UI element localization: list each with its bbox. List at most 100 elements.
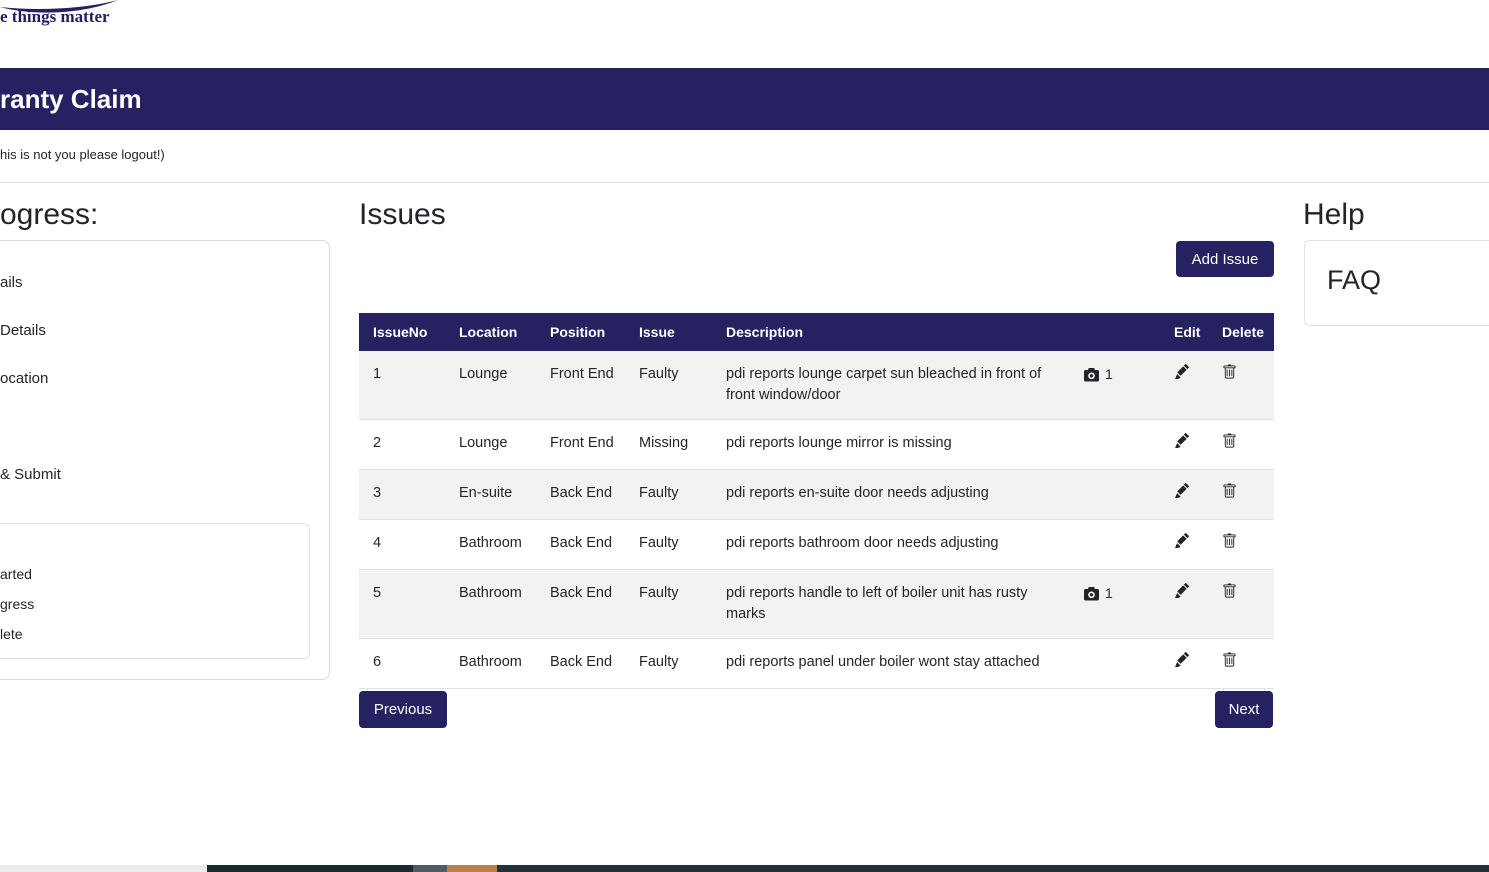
edit-button[interactable] (1174, 364, 1189, 380)
sidebar-step-review-submit[interactable]: & Submit (0, 466, 61, 483)
pencil-icon (1174, 483, 1189, 499)
photo-count: 1 (1105, 366, 1113, 382)
edit-button[interactable] (1174, 483, 1189, 499)
delete-button[interactable] (1222, 652, 1237, 668)
sidebar-step-claim-details[interactable]: Details (0, 322, 46, 339)
add-issue-button[interactable]: Add Issue (1176, 241, 1274, 277)
edit-cell (1168, 351, 1216, 420)
pencil-icon (1174, 533, 1189, 549)
issue-type-cell: Faulty (639, 535, 679, 551)
position-cell: Back End (550, 585, 613, 601)
edit-button[interactable] (1174, 533, 1189, 549)
table-row: 1 Lounge Front End Faulty pdi reports lounge… (359, 351, 1274, 420)
previous-button[interactable]: Previous (359, 691, 447, 728)
footer-seg-light (0, 865, 207, 872)
help-heading: Help (1303, 198, 1365, 231)
camera-icon (1084, 587, 1099, 601)
edit-button[interactable] (1174, 652, 1189, 668)
trash-icon (1223, 433, 1236, 448)
position-cell: Back End (550, 485, 613, 501)
delete-cell (1216, 351, 1274, 420)
pencil-icon (1174, 433, 1189, 449)
footer-seg-slate (413, 865, 447, 872)
edit-cell (1168, 520, 1216, 570)
location-cell: Bathroom (459, 535, 522, 551)
footer-seg-dark1 (207, 865, 413, 872)
delete-button[interactable] (1222, 364, 1237, 380)
position-cell: Back End (550, 654, 613, 670)
issue-type-cell: Faulty (639, 585, 679, 601)
col-header-position: Position (536, 313, 625, 351)
photo-count: 1 (1105, 585, 1113, 601)
issueno-cell: 5 (373, 585, 382, 601)
legend-complete: lete (0, 626, 23, 642)
table-row: 6 Bathroom Back End Faulty pdi reports panel… (359, 638, 1274, 689)
legend-in-progress: gress (0, 596, 35, 612)
delete-button[interactable] (1222, 583, 1237, 599)
delete-button[interactable] (1222, 533, 1237, 549)
issueno-cell: 4 (373, 535, 382, 551)
photos-cell (1070, 470, 1168, 520)
col-header-photos (1070, 313, 1168, 351)
faq-link[interactable]: FAQ (1327, 265, 1381, 296)
issues-table: IssueNo Location Position Issue Descript… (359, 313, 1274, 689)
delete-button[interactable] (1222, 483, 1237, 499)
position-cell: Back End (550, 535, 613, 551)
description-cell: pdi reports lounge carpet sun bleached i… (726, 366, 1042, 403)
description-cell: pdi reports handle to left of boiler uni… (726, 585, 1028, 622)
description-cell: pdi reports en-suite door needs adjustin… (726, 485, 989, 501)
table-row: 3 En-suite Back End Faulty pdi reports en-su… (359, 469, 1274, 520)
photos-cell: 1 (1070, 351, 1168, 420)
trash-icon (1223, 533, 1236, 548)
edit-cell (1168, 420, 1216, 470)
photos-cell (1070, 520, 1168, 570)
location-cell: Bathroom (459, 585, 522, 601)
issue-type-cell: Faulty (639, 654, 679, 670)
pencil-icon (1174, 364, 1189, 380)
issueno-cell: 1 (373, 366, 382, 382)
footer-strip (0, 865, 1489, 872)
description-cell: pdi reports bathroom door needs adjustin… (726, 535, 999, 551)
position-cell: Front End (550, 435, 614, 451)
progress-legend-card (0, 523, 310, 659)
divider (0, 182, 1489, 183)
location-cell: Lounge (459, 435, 508, 451)
next-button[interactable]: Next (1215, 691, 1273, 728)
issueno-cell: 3 (373, 485, 382, 501)
delete-cell (1216, 470, 1274, 520)
trash-icon (1223, 364, 1236, 379)
page-title-bar: ranty Claim (0, 68, 1489, 130)
progress-heading: ogress: (0, 198, 99, 231)
edit-cell (1168, 570, 1216, 639)
table-row: 4 Bathroom Back End Faulty pdi reports bathr… (359, 519, 1274, 570)
table-header-row: IssueNo Location Position Issue Descript… (359, 313, 1274, 351)
footer-seg-dark2 (497, 865, 1489, 872)
issueno-cell: 2 (373, 435, 382, 451)
issueno-cell: 6 (373, 654, 382, 670)
delete-cell (1216, 570, 1274, 639)
issues-table-body: 1 Lounge Front End Faulty pdi reports lounge… (359, 351, 1274, 689)
trash-icon (1223, 652, 1236, 667)
logout-note: his is not you please logout!) (0, 147, 165, 162)
page: e things matter ranty Claim his is not y… (0, 0, 1489, 872)
faq-card: FAQ (1304, 240, 1489, 326)
table-row: 5 Bathroom Back End Faulty pdi reports handl… (359, 569, 1274, 639)
col-header-issue: Issue (625, 313, 712, 351)
sidebar-step-location[interactable]: ocation (0, 370, 48, 387)
delete-cell (1216, 520, 1274, 570)
sidebar-step-details[interactable]: ails (0, 274, 23, 291)
photos-cell (1070, 639, 1168, 689)
col-header-issueno: IssueNo (359, 313, 445, 351)
col-header-delete: Delete (1216, 313, 1274, 351)
delete-button[interactable] (1222, 433, 1237, 449)
description-cell: pdi reports lounge mirror is missing (726, 435, 952, 451)
location-cell: Lounge (459, 366, 508, 382)
edit-cell (1168, 639, 1216, 689)
photos-cell (1070, 420, 1168, 470)
trash-icon (1223, 583, 1236, 598)
edit-button[interactable] (1174, 583, 1189, 599)
edit-button[interactable] (1174, 433, 1189, 449)
issue-type-cell: Missing (639, 435, 689, 451)
col-header-edit: Edit (1168, 313, 1216, 351)
issues-heading: Issues (359, 198, 446, 231)
